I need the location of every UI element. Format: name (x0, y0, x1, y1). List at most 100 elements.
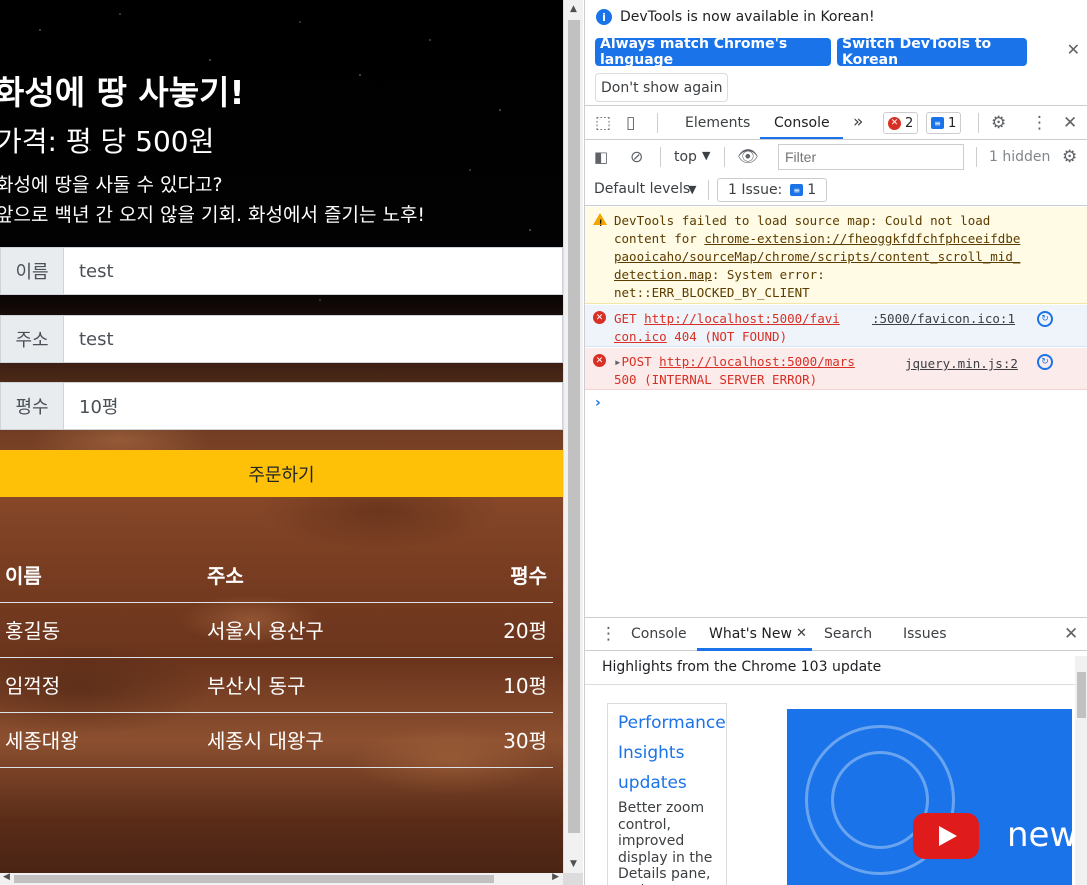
feature-card-title[interactable]: Performance Insights updates (618, 708, 726, 798)
drawer-menu-icon[interactable]: ⋮ (600, 624, 617, 644)
scrollbar-thumb[interactable] (1077, 672, 1086, 718)
divider (660, 147, 661, 167)
issue-count-badge[interactable]: ≡ 1 (926, 112, 962, 134)
dont-show-again-button[interactable]: Don't show again (595, 73, 729, 102)
drawer-tab-console[interactable]: Console (631, 626, 687, 642)
drawer-tabbar: ⋮ Console What's New ✕ Search Issues ✕ (585, 617, 1087, 651)
issue-icon: ≡ (790, 184, 804, 196)
name-label: 이름 (1, 248, 64, 294)
header-size: 평수 (446, 548, 553, 603)
page-vertical-scrollbar[interactable]: ▲ ▼ (563, 0, 583, 873)
network-reveal-icon[interactable]: ↻ (1037, 311, 1053, 327)
sidebar-toggle-icon[interactable]: ◧ (594, 148, 608, 166)
size-label: 평수 (1, 383, 64, 429)
active-tab-indicator (760, 137, 843, 139)
infobar-message: DevTools is now available in Korean! (620, 9, 875, 25)
always-match-language-button[interactable]: Always match Chrome's language (595, 36, 831, 68)
error-icon: ✕ (888, 116, 901, 130)
console-error-message: ✕ GET http://localhost:5000/favi con.ico… (585, 305, 1087, 347)
scroll-down-arrow-icon[interactable]: ▼ (570, 859, 577, 869)
inspect-element-icon[interactable]: ⬚ (595, 113, 611, 133)
divider (978, 113, 979, 133)
address-input[interactable] (64, 316, 562, 362)
devtools-panel: i DevTools is now available in Korean! A… (584, 0, 1087, 885)
cell-name: 세종대왕 (0, 712, 202, 768)
settings-gear-icon[interactable]: ⚙ (991, 113, 1006, 133)
request-url-link[interactable]: http://localhost:5000/mars (659, 354, 855, 369)
scroll-up-arrow-icon[interactable]: ▲ (570, 4, 577, 14)
divider (657, 113, 658, 133)
feature-card-description: Better zoom control, improved display in… (618, 800, 713, 885)
divider (976, 147, 977, 167)
context-selector[interactable]: top (674, 149, 697, 165)
size-input[interactable] (64, 383, 562, 429)
issues-label: 1 Issue: (728, 182, 783, 198)
drawer-tab-whats-new[interactable]: What's New (709, 626, 792, 642)
cell-size: 10평 (446, 657, 553, 713)
close-icon[interactable]: ✕ (1067, 40, 1080, 59)
tab-console[interactable]: Console (774, 115, 830, 131)
issue-icon: ≡ (931, 117, 944, 129)
devtools-main-tabbar: ⬚ ▯ Elements Console » ✕ 2 ≡ 1 ⚙ ⋮ ✕ (585, 107, 1087, 140)
cell-name: 홍길동 (0, 602, 202, 658)
network-reveal-icon[interactable]: ↻ (1037, 354, 1053, 370)
scroll-left-arrow-icon[interactable]: ◀ (3, 872, 10, 882)
console-settings-gear-icon[interactable]: ⚙ (1062, 147, 1077, 167)
error-text: ▸POST http://localhost:5000/mars (614, 354, 855, 369)
whats-new-heading: Highlights from the Chrome 103 update (602, 659, 882, 675)
name-field-group: 이름 (0, 247, 563, 295)
close-drawer-icon[interactable]: ✕ (1064, 624, 1078, 644)
description-line-1: 화성에 땅을 사둘 수 있다고? (0, 174, 223, 196)
device-toolbar-icon[interactable]: ▯ (626, 113, 635, 133)
clear-console-icon[interactable]: ⊘ (630, 147, 643, 166)
divider (724, 147, 725, 167)
console-prompt-icon[interactable]: › (595, 395, 601, 411)
scroll-right-arrow-icon[interactable]: ▶ (552, 872, 559, 882)
console-toolbar: ◧ ⊘ top ▼ 👁 1 hidden ⚙ (585, 141, 1087, 174)
error-icon: ✕ (593, 354, 606, 367)
order-button[interactable]: 주문하기 (0, 450, 563, 497)
issues-link[interactable]: 1 Issue: ≡ 1 (717, 178, 828, 202)
source-location-link[interactable]: :5000/favicon.ico:1 (872, 310, 1015, 328)
youtube-play-icon[interactable] (913, 813, 979, 859)
address-field-group: 주소 (0, 315, 563, 363)
console-filter-input[interactable] (778, 144, 964, 170)
drawer-tab-issues[interactable]: Issues (903, 626, 947, 642)
tab-elements[interactable]: Elements (685, 115, 750, 131)
cell-address: 세종시 대왕구 (202, 712, 447, 768)
header-address: 주소 (202, 548, 447, 603)
error-count: 2 (905, 115, 914, 131)
divider (585, 684, 1075, 685)
close-tab-icon[interactable]: ✕ (796, 626, 807, 641)
error-icon: ✕ (593, 311, 606, 324)
drawer-scrollbar[interactable] (1075, 656, 1087, 885)
error-count-badge[interactable]: ✕ 2 (883, 112, 919, 134)
language-infobar: i DevTools is now available in Korean! A… (585, 0, 1087, 106)
feature-card[interactable]: Performance Insights updates Better zoom… (607, 703, 727, 885)
console-levels-bar: Default levels ▼ 1 Issue: ≡ 1 (585, 174, 1087, 206)
close-devtools-icon[interactable]: ✕ (1063, 113, 1077, 133)
console-warning-message: ! DevTools failed to load source map: Co… (585, 207, 1087, 304)
scrollbar-thumb[interactable] (568, 20, 580, 833)
table-row: 세종대왕 세종시 대왕구 30평 (0, 712, 553, 768)
scrollbar-thumb[interactable] (14, 875, 494, 883)
whats-new-video-thumbnail[interactable]: new (787, 709, 1072, 885)
size-field-group: 평수 (0, 382, 563, 430)
cell-address: 부산시 동구 (202, 657, 447, 713)
source-location-link[interactable]: jquery.min.js:2 (905, 355, 1018, 373)
drawer-tab-search[interactable]: Search (824, 626, 872, 642)
kebab-menu-icon[interactable]: ⋮ (1031, 113, 1048, 133)
warning-icon: ! (593, 213, 607, 229)
eye-icon[interactable]: 👁 (737, 147, 759, 167)
more-tabs-chevron-icon[interactable]: » (853, 112, 863, 132)
switch-to-korean-button[interactable]: Switch DevTools to Korean (837, 36, 1027, 68)
address-label: 주소 (1, 316, 64, 362)
name-input[interactable] (64, 248, 562, 294)
web-page: 화성에 땅 사놓기! 가격: 평 당 500원 화성에 땅을 사둘 수 있다고?… (0, 0, 563, 873)
page-horizontal-scrollbar[interactable]: ◀ ▶ (0, 872, 563, 885)
chevron-down-icon[interactable]: ▼ (702, 149, 710, 162)
hidden-count: 1 hidden (989, 149, 1051, 165)
chevron-down-icon[interactable]: ▼ (688, 183, 696, 196)
expand-triangle-icon[interactable]: ▸ (614, 354, 622, 369)
default-levels-dropdown[interactable]: Default levels (594, 181, 690, 197)
